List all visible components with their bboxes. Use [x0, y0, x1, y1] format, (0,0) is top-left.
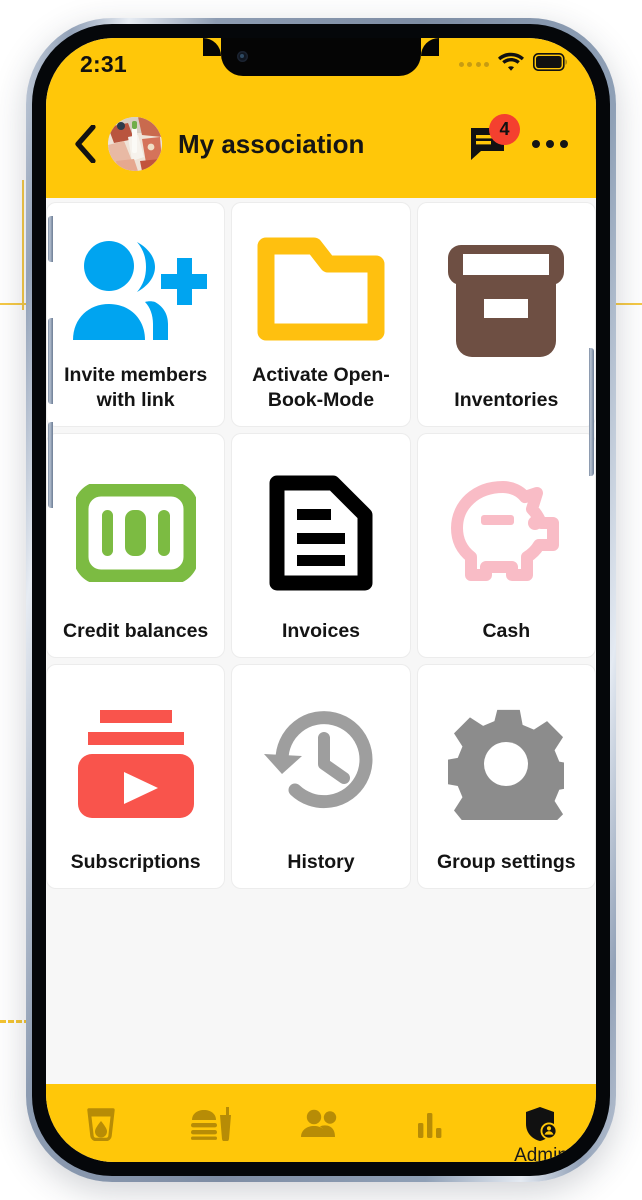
- tile-subscriptions[interactable]: Subscriptions: [46, 664, 226, 889]
- back-button[interactable]: [68, 122, 102, 166]
- tile-label: Invoices: [281, 619, 361, 642]
- wifi-icon: [498, 52, 524, 76]
- tile-label: Cash: [482, 619, 531, 642]
- tile-invoices[interactable]: Invoices: [231, 433, 411, 658]
- phone-screen: 2:31 My association 4 Invite members wit…: [46, 38, 596, 1162]
- app-header: 2:31 My association 4: [46, 38, 596, 198]
- archive-box-icon: [426, 217, 587, 388]
- tile-label: Invite members with link: [64, 364, 208, 411]
- tile-open-book-mode[interactable]: Activate Open-Book-Mode: [231, 202, 411, 427]
- more-dot-1: [532, 140, 540, 148]
- battery-full-icon: [533, 52, 568, 76]
- food-burger-drink-icon: [189, 1104, 233, 1144]
- phone-bezel: 2:31 My association 4 Invite members wit…: [32, 24, 610, 1176]
- hundred-banknote-icon: [55, 448, 216, 619]
- background-guide-line-right: [612, 303, 642, 305]
- avatar[interactable]: [108, 117, 162, 171]
- main-content: Invite members with link Activate Open-B…: [46, 198, 596, 1084]
- tile-label: Inventories: [454, 388, 559, 411]
- bottom-navigation: Admin: [46, 1084, 596, 1162]
- person-add-icon: [55, 217, 216, 363]
- more-dot-3: [560, 140, 568, 148]
- feature-grid: Invite members with link Activate Open-B…: [46, 198, 596, 889]
- nav-item-members[interactable]: [277, 1104, 365, 1146]
- tile-label: Group settings: [436, 850, 576, 873]
- drink-glass-icon: [86, 1104, 116, 1144]
- volume-down-button[interactable]: [48, 422, 53, 508]
- document-lines-icon: [240, 448, 401, 619]
- nav-item-food[interactable]: [167, 1104, 255, 1146]
- chat-button[interactable]: 4: [466, 114, 520, 167]
- tile-label: Subscriptions: [70, 850, 201, 873]
- more-options-button[interactable]: [528, 122, 572, 166]
- signal-dots-icon: [458, 61, 489, 67]
- status-indicators: [458, 52, 569, 76]
- open-folder-icon: [240, 217, 401, 363]
- tile-label: Credit balances: [63, 619, 209, 642]
- tile-label: History: [287, 850, 355, 873]
- tile-label: Activate Open-Book-Mode: [252, 364, 390, 411]
- nav-item-drinks[interactable]: [57, 1104, 145, 1146]
- power-button[interactable]: [589, 348, 594, 476]
- phone-frame: 2:31 My association 4 Invite members wit…: [26, 18, 616, 1182]
- background-guide-line-vertical: [22, 180, 24, 310]
- admin-shield-icon: [523, 1104, 559, 1144]
- tile-history[interactable]: History: [231, 664, 411, 889]
- tile-credit-balances[interactable]: Credit balances: [46, 433, 226, 658]
- gear-icon: [426, 679, 587, 850]
- nav-item-statistics[interactable]: [387, 1104, 475, 1146]
- tile-cash[interactable]: Cash: [416, 433, 596, 658]
- mute-switch-button[interactable]: [48, 216, 53, 262]
- more-dot-2: [546, 140, 554, 148]
- status-bar: 2:31: [46, 38, 596, 90]
- nav-item-admin[interactable]: Admin: [497, 1104, 585, 1162]
- tile-group-settings[interactable]: Group settings: [416, 664, 596, 889]
- tile-inventories[interactable]: Inventories: [416, 202, 596, 427]
- chat-badge: 4: [489, 114, 520, 145]
- nav-label: Admin: [514, 1145, 568, 1162]
- bar-chart-icon: [417, 1104, 445, 1144]
- piggy-bank-icon: [426, 448, 587, 619]
- people-group-icon: [299, 1104, 343, 1144]
- history-clock-icon: [240, 679, 401, 850]
- tile-invite-members[interactable]: Invite members with link: [46, 202, 226, 427]
- page-title: My association: [178, 128, 365, 159]
- subscriptions-play-icon: [55, 679, 216, 850]
- title-bar: My association 4: [46, 90, 596, 198]
- volume-up-button[interactable]: [48, 318, 53, 404]
- status-time: 2:31: [80, 50, 127, 77]
